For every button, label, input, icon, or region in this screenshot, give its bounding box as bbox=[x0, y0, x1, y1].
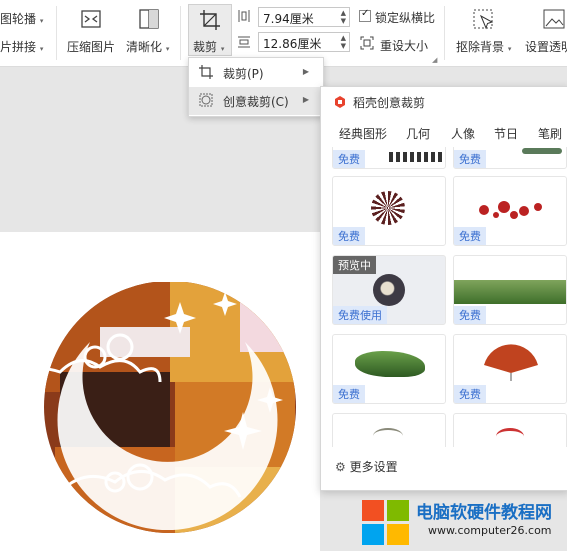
watermark-title: 电脑软硬件教程网 bbox=[416, 503, 552, 523]
template-preview bbox=[373, 428, 403, 444]
image-outline-label: 图轮播 bbox=[0, 12, 37, 26]
chevron-right-icon: ▶ bbox=[302, 67, 309, 76]
height-input[interactable]: 12.86厘米 ▲ ▼ bbox=[258, 32, 350, 52]
chevron-down-icon: ▾ bbox=[39, 45, 44, 53]
menu-item-crop[interactable]: 裁剪(P) ▶ bbox=[189, 59, 323, 87]
menu-item-creative-crop-label: 创意裁剪(C) bbox=[223, 95, 289, 109]
category-tab-portrait[interactable]: 人像 bbox=[451, 125, 475, 142]
crop-icon bbox=[199, 9, 221, 34]
spin-up-icon[interactable]: ▲ bbox=[341, 35, 346, 42]
compress-image-icon bbox=[80, 8, 102, 33]
category-tab-brush[interactable]: 笔刷 bbox=[538, 125, 562, 142]
template-item[interactable] bbox=[453, 413, 567, 447]
category-tab-geometry[interactable]: 几何 bbox=[406, 125, 430, 142]
set-transparent-button[interactable]: 设置透明 bbox=[525, 38, 567, 55]
template-item[interactable]: 免费 bbox=[332, 334, 446, 404]
watermark-url: www.computer26.com bbox=[428, 524, 552, 537]
height-icon bbox=[237, 35, 251, 52]
crop-menu: 裁剪(P) ▶ 创意裁剪(C) ▶ bbox=[188, 57, 324, 117]
spin-down-icon[interactable]: ▼ bbox=[341, 43, 346, 50]
chevron-down-icon: ▾ bbox=[220, 45, 225, 53]
width-input[interactable]: 7.94厘米 ▲ ▼ bbox=[258, 7, 350, 27]
category-tab-festival[interactable]: 节日 bbox=[494, 125, 518, 142]
crop-label: 裁剪 bbox=[193, 40, 218, 54]
lock-ratio-checkbox[interactable]: ✓ bbox=[359, 8, 371, 22]
divider bbox=[180, 6, 181, 60]
template-preview bbox=[373, 274, 405, 306]
template-item-selected[interactable]: 预览中 免费使用 bbox=[332, 255, 446, 325]
more-settings-button[interactable]: ⚙ 更多设置 bbox=[335, 458, 398, 475]
slide-canvas[interactable] bbox=[0, 232, 320, 551]
template-preview bbox=[389, 152, 445, 162]
remove-background-icon bbox=[472, 8, 496, 35]
free-badge: 免费 bbox=[454, 150, 486, 168]
free-badge: 免费 bbox=[454, 385, 486, 403]
crop-icon bbox=[199, 65, 213, 82]
template-preview bbox=[371, 191, 405, 225]
more-settings-label: 更多设置 bbox=[349, 460, 398, 474]
divider bbox=[56, 6, 57, 60]
free-badge: 免费 bbox=[333, 227, 365, 245]
menu-item-creative-crop[interactable]: 创意裁剪(C) ▶ bbox=[189, 87, 323, 115]
template-item[interactable]: 免费 bbox=[453, 147, 567, 169]
chevron-down-icon: ▾ bbox=[165, 45, 170, 53]
template-preview bbox=[522, 148, 562, 154]
free-badge: 免费 bbox=[333, 150, 365, 168]
lock-ratio-label[interactable]: 锁定纵横比 bbox=[375, 9, 435, 26]
category-tab-classic[interactable]: 经典图形 bbox=[339, 125, 387, 142]
dialog-launcher-icon[interactable]: ◢ bbox=[432, 56, 437, 64]
creative-crop-panel: 稻壳创意裁剪 经典图形 几何 人像 节日 笔刷 免费 免费 免费 免费 预览中 … bbox=[320, 86, 567, 491]
template-item[interactable]: 免费 bbox=[453, 255, 567, 325]
remove-background-button[interactable]: 抠除背景 ▾ bbox=[456, 38, 511, 55]
chevron-right-icon: ▶ bbox=[302, 95, 309, 104]
template-grid: 免费 免费 免费 免费 预览中 免费使用 免费 免费 免费 bbox=[321, 147, 567, 447]
watermark: 电脑软硬件教程网 www.computer26.com bbox=[362, 496, 567, 551]
set-transparent-icon bbox=[542, 8, 566, 35]
remove-background-label: 抠除背景 bbox=[456, 40, 505, 54]
chevron-down-icon: ▾ bbox=[507, 45, 512, 53]
menu-item-crop-label: 裁剪(P) bbox=[223, 67, 264, 81]
free-badge: 免费 bbox=[454, 306, 486, 324]
width-icon bbox=[237, 9, 251, 26]
image-merge-button[interactable]: 片拼接 ▾ bbox=[0, 38, 43, 55]
docer-logo-icon bbox=[333, 95, 347, 112]
template-preview bbox=[454, 280, 566, 304]
template-item[interactable]: 免费 bbox=[453, 334, 567, 404]
chevron-down-icon: ▾ bbox=[39, 17, 44, 25]
template-item[interactable] bbox=[332, 413, 446, 447]
clarity-button[interactable]: 清晰化 ▾ bbox=[126, 38, 169, 55]
divider bbox=[444, 6, 445, 60]
creative-crop-icon bbox=[199, 93, 213, 110]
compress-image-button[interactable]: 压缩图片 bbox=[67, 38, 115, 55]
windows-logo-icon bbox=[362, 500, 410, 546]
template-item[interactable]: 免费 bbox=[453, 176, 567, 246]
panel-title: 稻壳创意裁剪 bbox=[353, 96, 426, 110]
template-item[interactable]: 免费 bbox=[332, 176, 446, 246]
spin-up-icon[interactable]: ▲ bbox=[341, 10, 346, 17]
template-item[interactable]: 免费 bbox=[332, 147, 446, 169]
clarity-icon bbox=[138, 8, 160, 33]
clarity-label: 清晰化 bbox=[126, 40, 163, 54]
cropped-image[interactable] bbox=[0, 232, 320, 551]
template-preview bbox=[355, 351, 425, 377]
free-use-badge[interactable]: 免费使用 bbox=[333, 306, 387, 324]
reset-size-icon bbox=[360, 36, 374, 53]
gear-icon: ⚙ bbox=[335, 460, 346, 474]
image-merge-label: 片拼接 bbox=[0, 40, 37, 54]
crop-button[interactable]: 裁剪 ▾ bbox=[188, 4, 232, 56]
spin-down-icon[interactable]: ▼ bbox=[341, 18, 346, 25]
image-outline-button[interactable]: 图轮播 ▾ bbox=[0, 10, 43, 27]
reset-size-button[interactable]: 重设大小 bbox=[380, 37, 428, 54]
height-value: 12.86厘米 bbox=[263, 37, 322, 51]
free-badge: 免费 bbox=[333, 385, 365, 403]
template-preview bbox=[496, 428, 524, 445]
width-value: 7.94厘米 bbox=[263, 12, 314, 26]
previewing-badge: 预览中 bbox=[333, 256, 376, 274]
check-icon: ✓ bbox=[361, 8, 370, 19]
free-badge: 免费 bbox=[454, 227, 486, 245]
